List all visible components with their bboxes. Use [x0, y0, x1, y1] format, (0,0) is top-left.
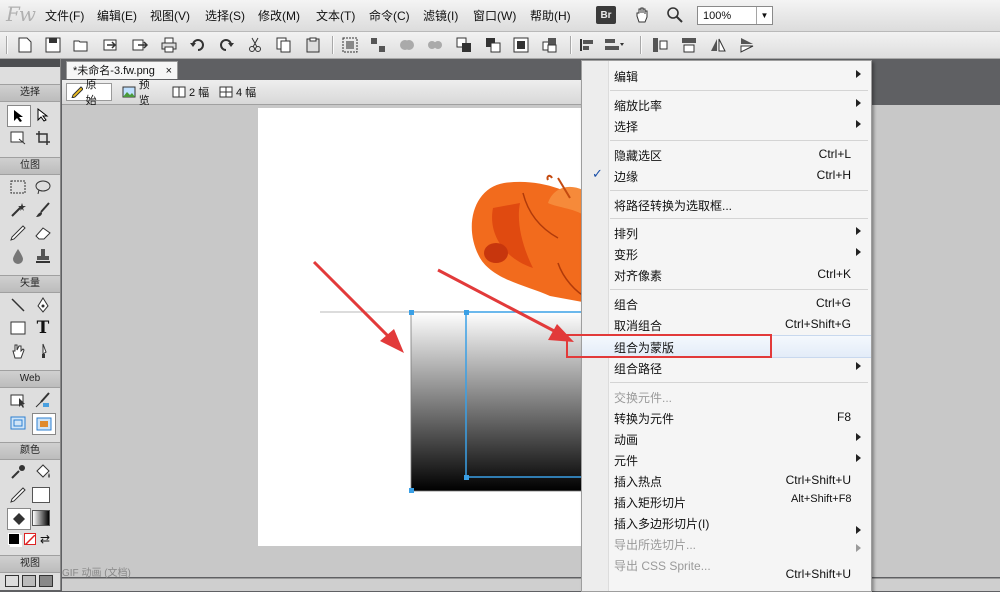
menu-item-ungroup[interactable]: 取消组合 Ctrl+Shift+G	[582, 314, 871, 335]
menu-item-edges[interactable]: ✓ 边缘 Ctrl+H	[582, 165, 871, 186]
submenu-arrow-icon	[856, 433, 861, 441]
submenu-arrow-icon	[856, 362, 861, 370]
submenu-arrow-icon	[856, 70, 861, 78]
menu-item-swap-symbol: 交换元件...	[614, 391, 673, 405]
menu-item-arrange[interactable]: 排列	[582, 222, 871, 243]
menu-item-group[interactable]: 组合 Ctrl+G	[582, 293, 871, 314]
context-menu: 编辑 缩放比率 选择 隐藏选区 Ctrl+L ✓ 边缘 Ctrl+H 将路径转换为选…	[566, 60, 872, 592]
menu-item-insert-poly-slice[interactable]: 插入多边形切片(I)	[582, 512, 871, 534]
menu-item-export-selected-slices: 导出所选切片...	[582, 533, 871, 554]
menu-item-convert-to-symbol[interactable]: 转换为元件 F8	[582, 407, 871, 428]
menu-item-transform[interactable]: 变形	[582, 243, 871, 264]
submenu-arrow-icon	[856, 544, 861, 552]
menu-item-snap-pixels[interactable]: 对齐像素 Ctrl+K	[582, 264, 871, 285]
checkmark-icon: ✓	[592, 166, 603, 181]
menu-item-animation[interactable]: 动画	[582, 428, 871, 449]
menu-item-path-to-marquee[interactable]: 将路径转换为选取框...	[582, 194, 871, 215]
menu-item-hide-selection[interactable]: 隐藏选区 Ctrl+L	[582, 144, 871, 165]
menu-item-symbol[interactable]: 元件	[582, 449, 871, 470]
menu-item-insert-rect-slice[interactable]: 插入矩形切片 Alt+Shift+F8	[582, 491, 871, 512]
submenu-arrow-icon	[856, 454, 861, 462]
submenu-arrow-icon	[856, 227, 861, 235]
submenu-arrow-icon	[856, 99, 861, 107]
menu-item-zoom-ratio[interactable]: 缩放比率	[582, 94, 871, 115]
highlight-box	[566, 334, 772, 358]
menu-item-insert-hotspot[interactable]: 插入热点 Ctrl+Shift+U	[582, 470, 871, 491]
menu-item-extra-shortcut: Ctrl+Shift+U	[785, 567, 851, 581]
menu-item-edit[interactable]: 编辑	[582, 65, 871, 86]
menu-item-combine-paths[interactable]: 组合路径	[582, 357, 871, 378]
submenu-arrow-icon	[856, 120, 861, 128]
status-text: GIF 动画 (文档)	[62, 568, 131, 579]
menu-item-select[interactable]: 选择	[582, 115, 871, 136]
submenu-arrow-icon	[856, 248, 861, 256]
